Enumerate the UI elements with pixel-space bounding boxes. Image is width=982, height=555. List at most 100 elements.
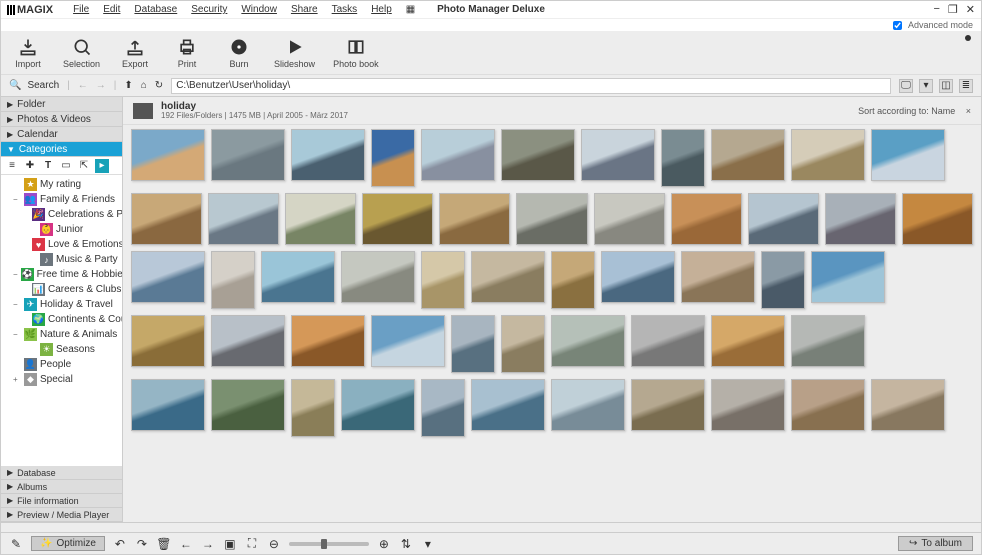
- tree-item-music-party[interactable]: ♪Music & Party: [1, 252, 122, 267]
- thumbnail[interactable]: [791, 315, 865, 367]
- thumbnail[interactable]: [711, 379, 785, 431]
- thumbnail[interactable]: [211, 251, 255, 309]
- view-list-icon[interactable]: ≣: [959, 79, 973, 93]
- thumbnail[interactable]: [711, 315, 785, 367]
- thumbnail[interactable]: [131, 251, 205, 303]
- delete-icon[interactable]: 🗑: [157, 537, 171, 551]
- sort-close-icon[interactable]: ×: [966, 106, 971, 116]
- tree-item-free-time-hobbies[interactable]: −⚽Free time & Hobbies: [1, 267, 122, 282]
- link-icon[interactable]: ⇱: [77, 159, 91, 173]
- tag-icon[interactable]: ▭: [59, 159, 73, 173]
- thumbnail[interactable]: [211, 379, 285, 431]
- more-icon[interactable]: ▸: [95, 159, 109, 173]
- maximize-icon[interactable]: ❐: [948, 3, 958, 16]
- path-input[interactable]: C:\Benutzer\User\holiday\: [171, 78, 891, 94]
- menu-security[interactable]: Security: [191, 4, 227, 15]
- thumbnail[interactable]: [131, 315, 205, 367]
- panel-database[interactable]: ▶Database: [1, 466, 122, 480]
- thumbnail[interactable]: [421, 129, 495, 181]
- tree-item-junior[interactable]: 👶Junior: [1, 222, 122, 237]
- thumbnail[interactable]: [501, 129, 575, 181]
- tree-item-holiday-travel[interactable]: −✈Holiday & Travel: [1, 297, 122, 312]
- panel-file-information[interactable]: ▶File information: [1, 494, 122, 508]
- nav-back-icon[interactable]: ←: [78, 80, 88, 91]
- zoom-slider[interactable]: [289, 542, 369, 546]
- thumbnail[interactable]: [671, 193, 742, 245]
- menu-window[interactable]: Window: [241, 4, 277, 15]
- view-list-icon[interactable]: ≡: [5, 159, 19, 173]
- redo-icon[interactable]: ↷: [135, 537, 149, 551]
- nav-home-icon[interactable]: ⌂: [141, 80, 147, 91]
- thumbnail[interactable]: [601, 251, 675, 303]
- thumbnail[interactable]: [211, 315, 285, 367]
- import-button[interactable]: Import: [11, 37, 45, 69]
- panel-photos-videos[interactable]: ▶Photos & Videos: [1, 112, 122, 127]
- thumbnail[interactable]: [291, 315, 365, 367]
- thumbnail[interactable]: [341, 251, 415, 303]
- thumbnail[interactable]: [451, 315, 495, 373]
- thumbnail[interactable]: [581, 129, 655, 181]
- thumbnail[interactable]: [131, 379, 205, 431]
- zoom-out-icon[interactable]: ⊖: [267, 537, 281, 551]
- nav-refresh-icon[interactable]: ↻: [155, 80, 163, 91]
- thumbnail[interactable]: [631, 379, 705, 431]
- panel-folder[interactable]: ▶Folder: [1, 97, 122, 112]
- next-icon[interactable]: →: [201, 537, 215, 551]
- undo-icon[interactable]: ↶: [113, 537, 127, 551]
- menu-share[interactable]: Share: [291, 4, 318, 15]
- thumbnail[interactable]: [439, 193, 510, 245]
- thumbnail[interactable]: [471, 379, 545, 431]
- sort-icon[interactable]: ⇅: [399, 537, 413, 551]
- thumbnail[interactable]: [661, 129, 705, 187]
- selection-button[interactable]: Selection: [63, 37, 100, 69]
- slideshow-button[interactable]: Slideshow: [274, 37, 315, 69]
- menu-extra-icon[interactable]: ▦: [406, 4, 415, 15]
- tree-item-special[interactable]: +◆Special: [1, 372, 122, 387]
- wand-icon[interactable]: ✎: [9, 537, 23, 551]
- thumbnail[interactable]: [371, 129, 415, 187]
- thumbnail[interactable]: [681, 251, 755, 303]
- thumbnail[interactable]: [761, 251, 805, 309]
- thumbnail[interactable]: [261, 251, 335, 303]
- thumbnail[interactable]: [501, 315, 545, 373]
- prev-icon[interactable]: ←: [179, 537, 193, 551]
- thumbnail[interactable]: [551, 251, 595, 309]
- thumbnail[interactable]: [291, 129, 365, 181]
- thumbnail[interactable]: [131, 129, 205, 181]
- panel-preview-media-player[interactable]: ▶Preview / Media Player: [1, 508, 122, 522]
- filter-icon[interactable]: ▾: [421, 537, 435, 551]
- minimize-icon[interactable]: −: [933, 3, 939, 16]
- nav-up-icon[interactable]: ⬆: [124, 80, 132, 91]
- tree-item-my-rating[interactable]: ★My rating: [1, 177, 122, 192]
- tree-item-nature-animals[interactable]: −🌿Nature & Animals: [1, 327, 122, 342]
- thumbnail[interactable]: [748, 193, 819, 245]
- menu-file[interactable]: File: [73, 4, 89, 15]
- thumbnail[interactable]: [371, 315, 445, 367]
- thumbnail[interactable]: [551, 379, 625, 431]
- nav-forward-icon[interactable]: →: [96, 80, 106, 91]
- panel-categories[interactable]: ▼Categories: [1, 142, 122, 157]
- tree-item-celebrations-parties[interactable]: 🎉Celebrations & Parties: [1, 207, 122, 222]
- to-album-button[interactable]: ↪ To album: [898, 536, 973, 551]
- thumbnail[interactable]: [594, 193, 665, 245]
- advanced-mode-checkbox[interactable]: [893, 21, 902, 30]
- thumbnail[interactable]: [471, 251, 545, 303]
- tree-item-seasons[interactable]: ☀Seasons: [1, 342, 122, 357]
- thumbnail[interactable]: [421, 251, 465, 309]
- print-button[interactable]: Print: [170, 37, 204, 69]
- fit-icon[interactable]: ▣: [223, 537, 237, 551]
- text-icon[interactable]: T: [41, 159, 55, 173]
- view-dropdown-icon[interactable]: ▾: [919, 79, 933, 93]
- thumbnail[interactable]: [902, 193, 973, 245]
- search-icon[interactable]: 🔍: [9, 80, 21, 91]
- thumbnail[interactable]: [871, 129, 945, 181]
- thumbnail[interactable]: [131, 193, 202, 245]
- thumbnail[interactable]: [791, 129, 865, 181]
- zoom-in-icon[interactable]: ⊕: [377, 537, 391, 551]
- thumbnail[interactable]: [871, 379, 945, 431]
- thumbnail[interactable]: [631, 315, 705, 367]
- add-icon[interactable]: ✚: [23, 159, 37, 173]
- burn-button[interactable]: Burn: [222, 37, 256, 69]
- thumbnail[interactable]: [711, 129, 785, 181]
- optimize-button[interactable]: ✨ Optimize: [31, 536, 105, 551]
